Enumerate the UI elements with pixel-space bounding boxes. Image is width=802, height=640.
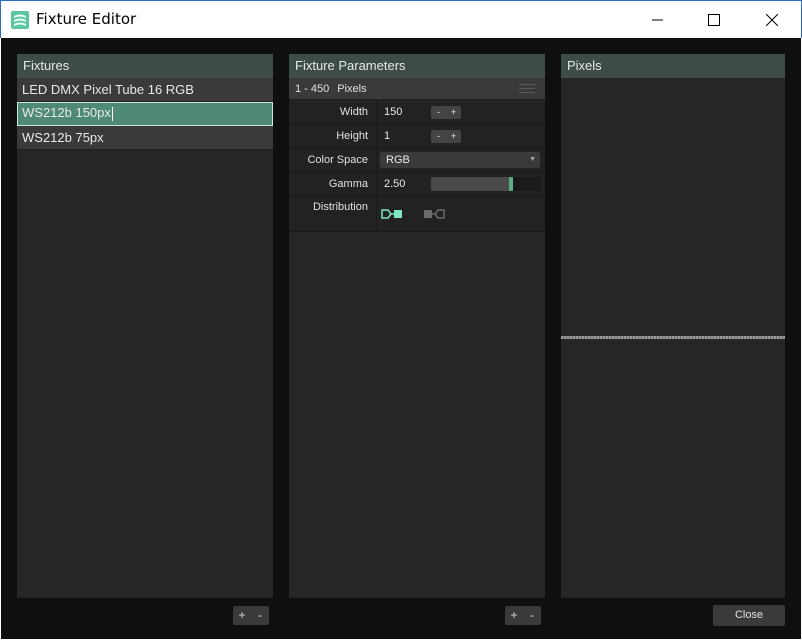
pixels-panel: Pixels (561, 54, 785, 598)
color-space-row: Color Space RGB ▼ (289, 148, 545, 172)
width-row: Width 150 - + (289, 100, 545, 124)
editor-client-area: Fixtures LED DMX Pixel Tube 16 RGB WS212… (1, 38, 801, 639)
color-space-select[interactable]: RGB ▼ (380, 152, 540, 168)
fixture-list-item[interactable]: LED DMX Pixel Tube 16 RGB (17, 78, 273, 102)
parameter-group-header[interactable]: 1 - 450 Pixels (289, 78, 545, 100)
gamma-slider-fill (431, 177, 512, 191)
height-stepper: - + (431, 130, 461, 143)
close-button[interactable]: Close (713, 605, 785, 626)
gamma-slider-handle[interactable] (509, 177, 514, 191)
title-bar: Fixture Editor (0, 0, 802, 38)
minimize-button[interactable] (629, 1, 687, 39)
height-label: Height (289, 124, 377, 147)
fixture-list-item[interactable]: WS212b 75px (17, 126, 273, 150)
remove-parameter-button[interactable]: - (523, 606, 541, 625)
close-window-button[interactable] (743, 1, 801, 39)
gamma-value[interactable]: 2.50 (384, 172, 405, 196)
parameters-add-remove: + - (505, 606, 541, 625)
distribution-row: Distribution (289, 196, 545, 232)
hamburger-menu-icon[interactable] (519, 84, 535, 96)
parameter-mode: Pixels (337, 83, 367, 95)
height-value[interactable]: 1 (384, 124, 390, 148)
channel-range: 1 - 450 (295, 83, 330, 95)
minimize-icon (652, 19, 663, 21)
fixtures-panel: Fixtures LED DMX Pixel Tube 16 RGB WS212… (17, 54, 273, 598)
color-space-value: RGB (386, 154, 410, 166)
fixtures-add-remove: + - (233, 606, 269, 625)
close-icon (766, 14, 778, 26)
window-title: Fixture Editor (36, 10, 137, 28)
width-value[interactable]: 150 (384, 100, 402, 124)
maximize-icon (708, 14, 720, 26)
fixture-label: WS212b 75px (22, 130, 104, 145)
width-increment-button[interactable]: + (446, 106, 461, 119)
fixtures-header: Fixtures (17, 54, 273, 78)
text-caret (111, 106, 113, 121)
gamma-row: Gamma 2.50 (289, 172, 545, 196)
height-increment-button[interactable]: + (446, 130, 461, 143)
fixture-list-item-selected[interactable]: WS212b 150px (17, 102, 273, 126)
maximize-button[interactable] (685, 1, 743, 39)
fixture-parameters-panel: Fixture Parameters 1 - 450 Pixels Width 1… (289, 54, 545, 598)
pixel-strip-preview (561, 336, 785, 339)
app-logo-icon (11, 11, 29, 29)
distribution-reverse-icon[interactable] (423, 208, 445, 220)
height-row: Height 1 - + (289, 124, 545, 148)
width-decrement-button[interactable]: - (431, 106, 446, 119)
remove-fixture-button[interactable]: - (251, 606, 269, 625)
gamma-slider[interactable] (431, 177, 541, 191)
fixture-name-editor[interactable]: WS212b 150px (22, 105, 111, 120)
chevron-down-icon: ▼ (529, 156, 536, 163)
parameters-header: Fixture Parameters (289, 54, 545, 78)
add-fixture-button[interactable]: + (233, 606, 251, 625)
pixels-header: Pixels (561, 54, 785, 78)
distribution-label: Distribution (289, 196, 377, 231)
height-decrement-button[interactable]: - (431, 130, 446, 143)
gamma-label: Gamma (289, 172, 377, 195)
width-stepper: - + (431, 106, 461, 119)
fixture-label: LED DMX Pixel Tube 16 RGB (22, 82, 194, 97)
color-space-label: Color Space (289, 148, 377, 171)
add-parameter-button[interactable]: + (505, 606, 523, 625)
width-label: Width (289, 100, 377, 123)
distribution-forward-icon[interactable] (381, 208, 403, 220)
